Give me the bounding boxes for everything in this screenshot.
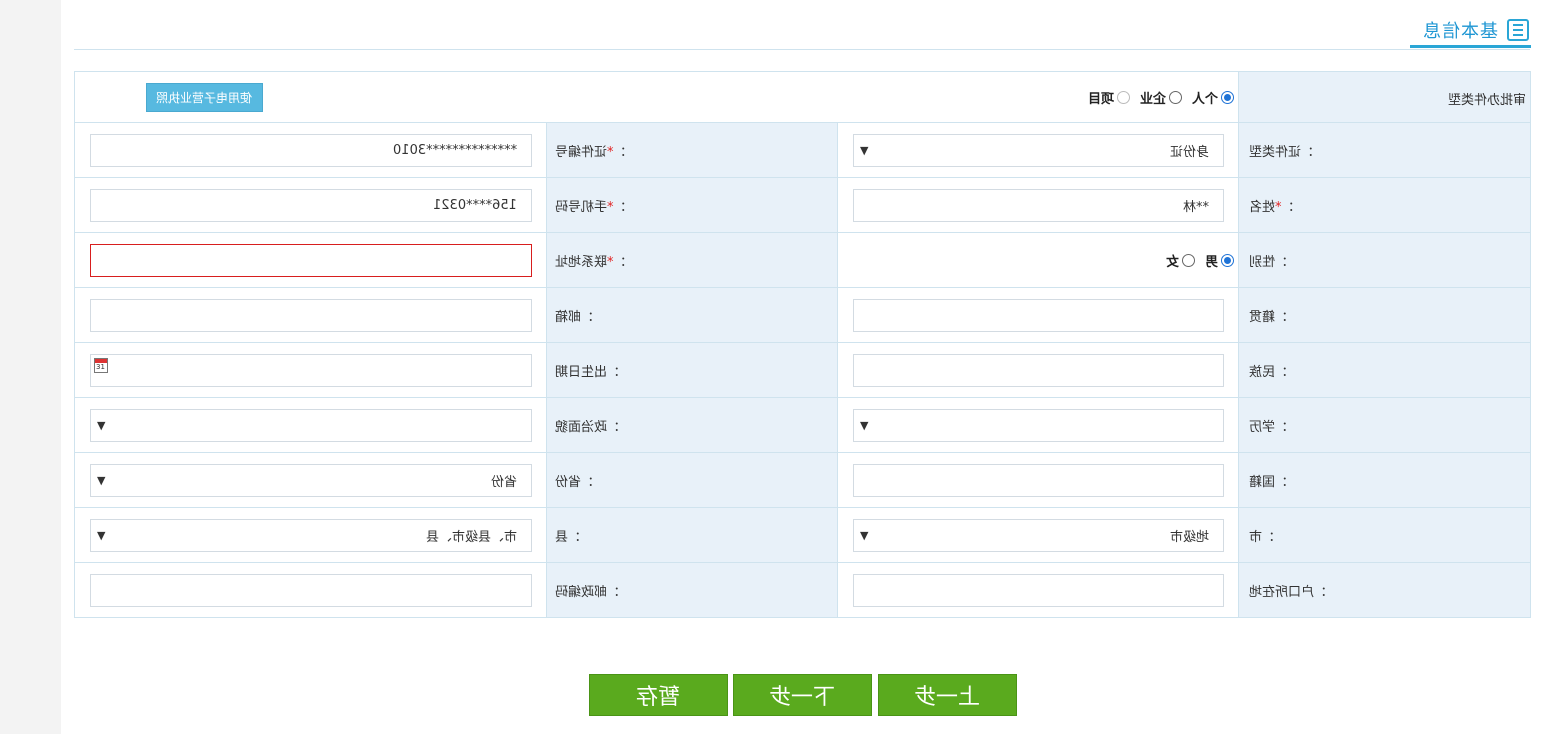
list-icon [1507, 18, 1529, 41]
apply-type-option-personal[interactable]: 个人 [1192, 88, 1235, 107]
political-status-select[interactable]: ▼ [90, 408, 532, 442]
next-step-button[interactable]: 下一步 [733, 674, 872, 716]
postal-code-label: ：邮政编码 [555, 584, 621, 600]
gender-radio-group: 男 女 [838, 233, 1238, 287]
ethnicity-label: ：民族 [1249, 364, 1289, 380]
use-e-license-button[interactable]: 使用电子营业执照 [146, 83, 263, 112]
birth-date-input[interactable]: 31 [90, 353, 532, 387]
province-label: ：省份 [555, 474, 595, 490]
form-row-city: ▼ 市、县级市、县 ：县 ▼ 地级市 ：市 [74, 507, 1532, 563]
id-number-label: ：*证件编号 [555, 144, 627, 160]
apply-type-label: 审批办件类型 [1448, 92, 1527, 108]
birth-date-label: ：出生日期 [555, 364, 621, 380]
address-label: ：*联系地址 [555, 254, 627, 270]
city-select[interactable]: ▼ 地级市 [853, 518, 1225, 552]
ethnicity-input[interactable] [853, 353, 1225, 387]
chevron-down-icon: ▼ [860, 143, 869, 157]
email-input[interactable] [90, 298, 532, 332]
mobile-label: ：*手机号码 [555, 199, 627, 215]
form-row-apply-type: 使用电子营业执照 个人 企业 项目 审批办件类型 [73, 71, 1532, 123]
form-row-name: 156****0321 ：*手机号码 **林 ：*姓名 [74, 177, 1532, 233]
chevron-down-icon: ▼ [97, 418, 106, 432]
chevron-down-icon: ▼ [860, 418, 869, 432]
county-label: ：县 [555, 529, 582, 545]
radio-female[interactable] [1182, 253, 1195, 267]
form-row-id: **************3010 ：*证件编号 ▼ 身份证 ：证件类型 [74, 122, 1532, 178]
save-draft-button[interactable]: 暂存 [589, 674, 728, 716]
native-place-label: ：籍贯 [1249, 309, 1289, 325]
form-row-native-place: ：邮箱 ：籍贯 [74, 287, 1532, 343]
chevron-down-icon: ▼ [97, 473, 106, 487]
county-select[interactable]: ▼ 市、县级市、县 [90, 518, 532, 552]
prev-step-button[interactable]: 上一步 [878, 674, 1017, 716]
chevron-down-icon: ▼ [860, 528, 869, 542]
name-input[interactable]: **林 [853, 188, 1225, 222]
radio-project[interactable] [1116, 90, 1130, 104]
calendar-icon[interactable]: 31 [94, 357, 108, 373]
education-label: ：学历 [1249, 419, 1289, 435]
section-tab-basic-info[interactable]: 基本信息 [1410, 14, 1531, 48]
address-input[interactable] [90, 243, 532, 277]
email-label: ：邮箱 [555, 309, 595, 325]
nationality-input[interactable] [853, 463, 1225, 497]
apply-type-radio-group: 个人 企业 项目 [1084, 72, 1238, 122]
radio-enterprise[interactable] [1169, 90, 1182, 104]
apply-type-option-enterprise[interactable]: 企业 [1140, 88, 1182, 107]
form-row-ethnicity: 31 ：出生日期 ：民族 [74, 342, 1532, 398]
household-location-input[interactable] [853, 573, 1225, 607]
radio-personal[interactable] [1221, 90, 1235, 104]
native-place-input[interactable] [853, 298, 1225, 332]
basic-info-form: 使用电子营业执照 个人 企业 项目 审批办件类型 **************3… [73, 71, 1532, 618]
household-location-label: ：户口所在地 [1249, 584, 1328, 600]
page: 基本信息 使用电子营业执照 个人 企业 项目 审批办件类型 **********… [61, 0, 1556, 734]
city-label: ：市 [1249, 529, 1276, 545]
postal-code-input[interactable] [90, 573, 532, 607]
form-row-household: ：邮政编码 ：户口所在地 [74, 562, 1532, 618]
radio-male[interactable] [1221, 253, 1235, 267]
id-type-select[interactable]: ▼ 身份证 [853, 133, 1225, 167]
form-row-education: ▼ ：政治面貌 ▼ ：学历 [74, 397, 1532, 453]
political-status-label: ：政治面貌 [555, 419, 621, 435]
education-select[interactable]: ▼ [853, 408, 1225, 442]
form-row-nationality: ▼ 省份 ：省份 ：国籍 [74, 452, 1532, 508]
mobile-input[interactable]: 156****0321 [90, 188, 532, 222]
form-row-gender: ：*联系地址 男 女 ：性别 [74, 232, 1532, 288]
section-title: 基本信息 [1422, 20, 1498, 42]
province-select[interactable]: ▼ 省份 [90, 463, 532, 497]
gender-option-male[interactable]: 男 [1205, 251, 1235, 270]
chevron-down-icon: ▼ [97, 528, 106, 542]
apply-type-option-project[interactable]: 项目 [1088, 88, 1130, 107]
id-number-input[interactable]: **************3010 [90, 133, 532, 167]
name-label: ：*姓名 [1249, 199, 1295, 215]
nationality-label: ：国籍 [1249, 474, 1289, 490]
header-divider [74, 49, 1530, 50]
gender-label: ：性别 [1249, 254, 1289, 270]
id-type-label: ：证件类型 [1249, 144, 1315, 160]
gender-option-female[interactable]: 女 [1166, 251, 1195, 270]
